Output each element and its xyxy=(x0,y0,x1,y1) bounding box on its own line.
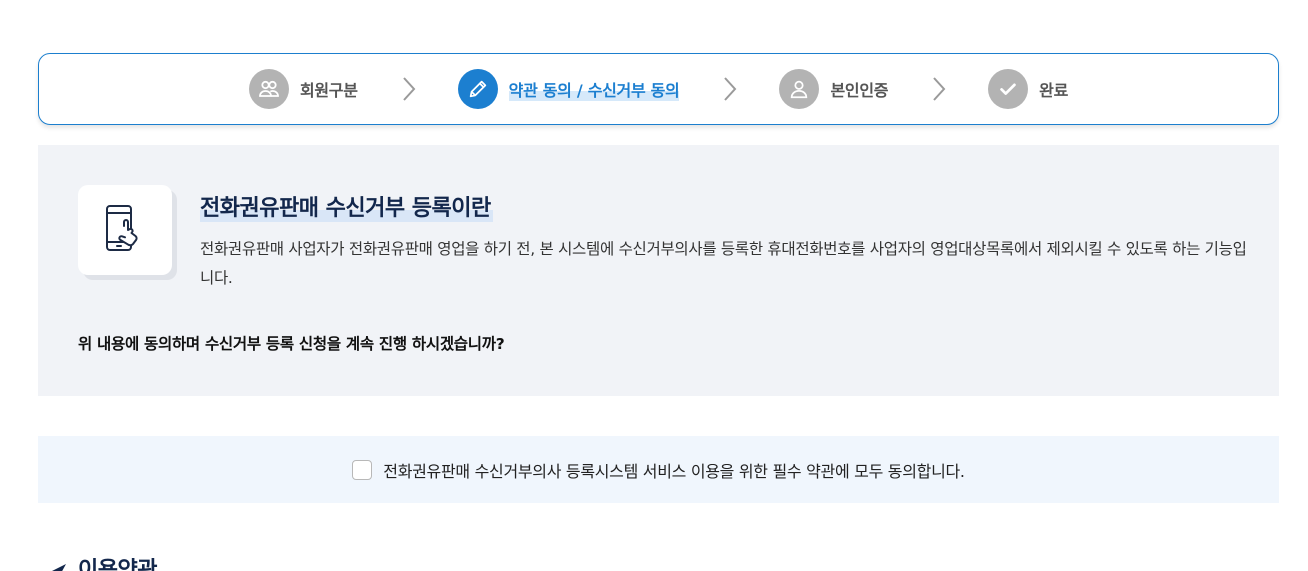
info-question: 위 내용에 동의하며 수신거부 등록 신청을 계속 진행 하시겠습니까? xyxy=(78,335,505,353)
phone-touch-icon xyxy=(78,185,172,275)
heading-arrow-icon xyxy=(42,556,68,571)
check-icon xyxy=(988,69,1029,109)
chevron-right-icon xyxy=(932,76,946,102)
agree-all-label[interactable]: 전화권유판매 수신거부의사 등록시스템 서비스 이용을 위한 필수 약관에 모두… xyxy=(383,458,965,482)
info-section: 전화권유판매 수신거부 등록이란 전화권유판매 사업자가 전화권유판매 영업을 … xyxy=(38,145,1279,396)
terms-title: 이용약관 xyxy=(78,558,157,571)
step-terms-agreement: 약관 동의 / 수신거부 동의 xyxy=(457,69,680,109)
terms-heading: 이용약관 xyxy=(42,552,157,571)
step-label: 약관 동의 / 수신거부 동의 xyxy=(508,77,680,101)
user-icon xyxy=(779,69,820,109)
step-label: 본인인증 xyxy=(830,81,889,100)
pencil-icon xyxy=(457,69,498,109)
info-title: 전화권유판매 수신거부 등록이란 xyxy=(200,190,493,222)
info-description: 전화권유판매 사업자가 전화권유판매 영업을 하기 전, 본 시스템에 수신거부… xyxy=(200,240,1247,287)
step-member-type: 회원구분 xyxy=(248,69,358,109)
chevron-right-icon xyxy=(723,76,737,102)
signup-stepper: 회원구분 약관 동의 / 수신거부 동의 본인인증 완료 xyxy=(38,53,1279,125)
step-label: 회원구분 xyxy=(299,81,358,100)
agree-all-checkbox[interactable] xyxy=(352,459,373,480)
agree-all-section[interactable]: 전화권유판매 수신거부의사 등록시스템 서비스 이용을 위한 필수 약관에 모두… xyxy=(38,436,1279,503)
chevron-right-icon xyxy=(402,76,416,102)
step-label: 완료 xyxy=(1039,81,1069,100)
step-identity-verification: 본인인증 xyxy=(779,69,888,109)
step-complete: 완료 xyxy=(988,69,1068,109)
users-icon xyxy=(248,69,289,109)
